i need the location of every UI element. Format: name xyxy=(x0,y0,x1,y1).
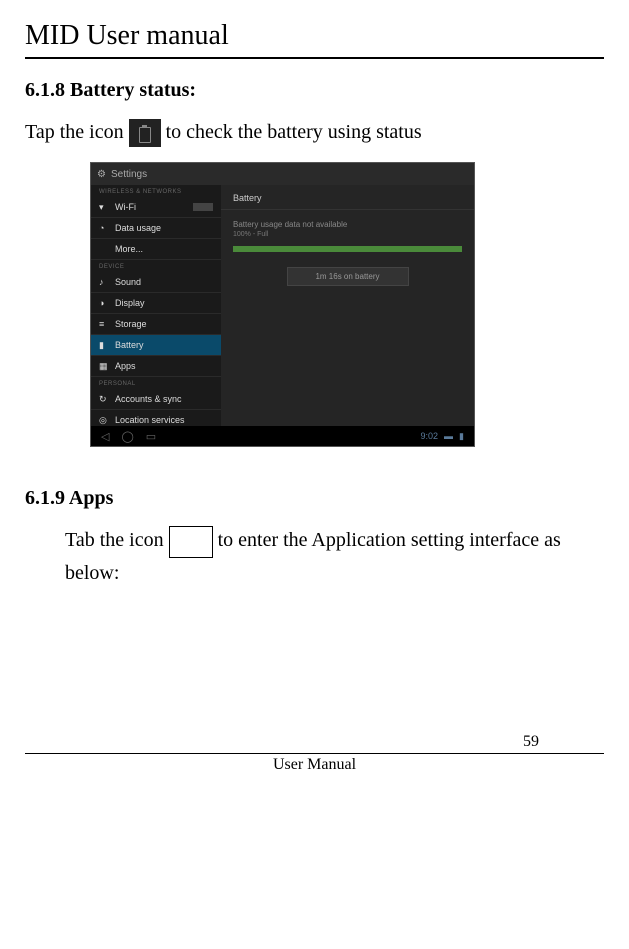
ss-on-battery-button[interactable]: 1m 16s on battery xyxy=(287,267,409,286)
sound-label: Sound xyxy=(115,277,141,287)
doc-title: MID User manual xyxy=(25,20,604,52)
more-label: More... xyxy=(115,244,143,254)
text-after-icon: to check the battery using status xyxy=(166,121,422,143)
sidebar-item-apps[interactable]: ▦ Apps xyxy=(91,356,221,377)
spacer-icon xyxy=(99,244,109,254)
apps-icon: ▦ xyxy=(99,361,109,371)
signal-icon: ▬ xyxy=(444,431,453,441)
sidebar-item-accounts[interactable]: ↻ Accounts & sync xyxy=(91,389,221,410)
sidebar-item-datausage[interactable]: ◔ Data usage xyxy=(91,218,221,239)
ss-main-header: Battery xyxy=(221,185,474,210)
wifi-toggle[interactable] xyxy=(193,203,213,211)
header-rule xyxy=(25,57,604,59)
battery-label: Battery xyxy=(115,340,144,350)
sidebar-item-battery[interactable]: ▮ Battery xyxy=(91,335,221,356)
text-before-icon: Tap the icon xyxy=(25,121,129,143)
location-label: Location services xyxy=(115,415,185,425)
footer-label: User Manual xyxy=(25,756,604,774)
wifi-label: Wi-Fi xyxy=(115,202,136,212)
display-label: Display xyxy=(115,298,145,308)
storage-icon: ≡ xyxy=(99,319,109,329)
gear-icon: ⚙ xyxy=(97,169,106,180)
cat-wireless: WIRELESS & NETWORKS xyxy=(91,185,221,197)
ss-full-status: 100% - Full xyxy=(221,231,474,238)
battery-status-icon: ▮ xyxy=(459,431,464,442)
sidebar-item-storage[interactable]: ≡ Storage xyxy=(91,314,221,335)
storage-label: Storage xyxy=(115,319,147,329)
data-icon: ◔ xyxy=(99,223,109,233)
wifi-icon: ▾ xyxy=(99,202,109,212)
page-footer: 59 User Manual xyxy=(25,753,604,774)
section-619-text: Tab the icon to enter the Application se… xyxy=(65,525,604,587)
back-icon[interactable]: ◁ xyxy=(101,430,109,443)
sidebar-item-more[interactable]: More... xyxy=(91,239,221,260)
ss-usage-msg: Battery usage data not available xyxy=(221,210,474,231)
section-618-text: Tap the icon to check the battery using … xyxy=(25,117,604,147)
text-before-icon-619: Tab the icon xyxy=(65,529,169,551)
ss-title: Settings xyxy=(111,169,147,180)
footer-rule xyxy=(25,753,604,754)
cat-personal: PERSONAL xyxy=(91,377,221,389)
page-number: 59 xyxy=(523,733,539,751)
sync-icon: ↻ xyxy=(99,394,109,404)
location-icon: ◎ xyxy=(99,415,109,425)
ss-battery-bar xyxy=(233,246,462,252)
apps-icon-placeholder xyxy=(169,526,213,558)
cat-device: DEVICE xyxy=(91,260,221,272)
sidebar-item-display[interactable]: ◑ Display xyxy=(91,293,221,314)
sidebar-item-sound[interactable]: ♪ Sound xyxy=(91,272,221,293)
section-618-heading: 6.1.8 Battery status: xyxy=(25,79,604,102)
ss-sidebar: WIRELESS & NETWORKS ▾ Wi-Fi ◔ Data usage… xyxy=(91,185,221,426)
settings-screenshot: ⚙ Settings WIRELESS & NETWORKS ▾ Wi-Fi ◔… xyxy=(90,162,475,447)
sidebar-item-wifi[interactable]: ▾ Wi-Fi xyxy=(91,197,221,218)
sound-icon: ♪ xyxy=(99,277,109,287)
home-icon[interactable]: ◯ xyxy=(121,430,133,443)
display-icon: ◑ xyxy=(99,298,109,308)
ss-navbar: ◁ ◯ ▭ 9:02 ▬ ▮ xyxy=(91,426,474,446)
battery-sidebar-icon: ▮ xyxy=(99,340,109,350)
ss-time: 9:02 xyxy=(421,431,439,441)
section-619-heading: 6.1.9 Apps xyxy=(25,487,604,510)
recent-icon[interactable]: ▭ xyxy=(146,430,156,443)
accounts-label: Accounts & sync xyxy=(115,394,182,404)
apps-label: Apps xyxy=(115,361,136,371)
ss-topbar: ⚙ Settings xyxy=(91,163,474,185)
datausage-label: Data usage xyxy=(115,223,161,233)
battery-icon xyxy=(129,119,161,147)
ss-main: Battery Battery usage data not available… xyxy=(221,185,474,426)
